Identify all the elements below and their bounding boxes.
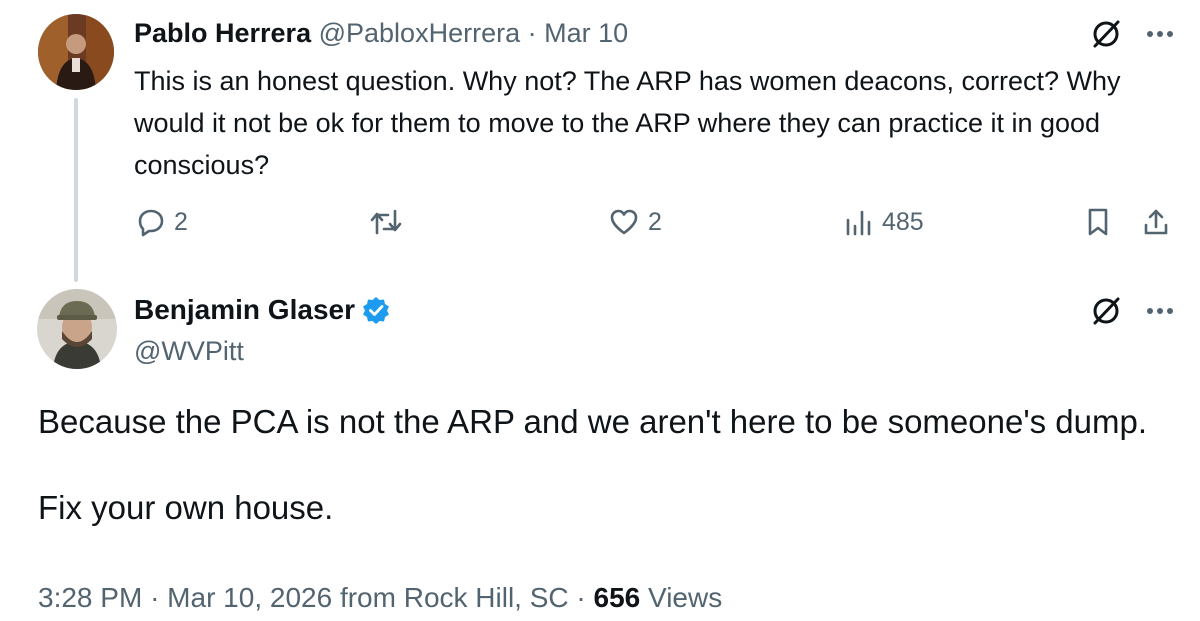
reply-count: 2 (174, 207, 188, 236)
like-count: 2 (648, 207, 662, 236)
views-button[interactable]: 485 (844, 200, 924, 244)
author-name[interactable]: Benjamin Glaser (134, 292, 355, 328)
reply-text: This is an honest question. Why not? The… (134, 66, 1121, 180)
author-handle[interactable]: @PabloxHerrera (319, 18, 521, 48)
post-paragraph: Fix your own house. (38, 489, 334, 526)
heart-icon (610, 209, 638, 235)
more-button[interactable] (1140, 14, 1180, 54)
views-icon (846, 210, 871, 236)
grok-icon (1093, 297, 1120, 325)
post-date-location[interactable]: Mar 10, 2026 from Rock Hill, SC (167, 582, 568, 613)
post-text: Because the PCA is not the ARP and we ar… (38, 400, 1178, 530)
author-handle[interactable]: @WVPitt (134, 334, 244, 368)
share-icon (1144, 209, 1168, 235)
more-button[interactable] (1140, 291, 1180, 331)
verified-badge-icon (361, 295, 391, 325)
grok-button[interactable] (1086, 14, 1126, 54)
post-date[interactable]: Mar 10 (544, 18, 628, 48)
grok-icon (1093, 20, 1120, 48)
bookmark-icon (1088, 208, 1108, 236)
separator-dot: · (527, 18, 537, 48)
grok-button[interactable] (1086, 291, 1126, 331)
like-button[interactable]: 2 (608, 200, 662, 244)
post-time[interactable]: 3:28 PM (38, 582, 142, 613)
retweet-icon (370, 209, 402, 235)
views-count: 656 (593, 582, 641, 613)
author-name[interactable]: Pablo Herrera (134, 18, 311, 48)
post-paragraph: Because the PCA is not the ARP and we ar… (38, 403, 1148, 440)
share-button[interactable] (1140, 200, 1172, 244)
separator-dot: · (576, 582, 586, 613)
avatar[interactable] (37, 289, 117, 369)
views-count: 485 (882, 207, 924, 236)
views-label: Views (648, 582, 723, 613)
reply-header: Pablo Herrera @PabloxHerrera · Mar 10 (134, 16, 628, 50)
separator-dot: · (150, 582, 160, 613)
action-bar: 2 2 485 (0, 200, 1200, 244)
reply-button[interactable]: 2 (134, 200, 188, 244)
more-icon (1147, 308, 1173, 314)
avatar[interactable] (38, 14, 114, 90)
post-metadata: 3:28 PM · Mar 10, 2026 from Rock Hill, S… (38, 580, 722, 616)
reply-icon (138, 209, 164, 237)
more-icon (1147, 31, 1173, 37)
thread-connector-line (74, 98, 78, 282)
retweet-button[interactable] (368, 200, 404, 244)
main-author-row: Benjamin Glaser (134, 292, 391, 328)
bookmark-button[interactable] (1082, 200, 1114, 244)
